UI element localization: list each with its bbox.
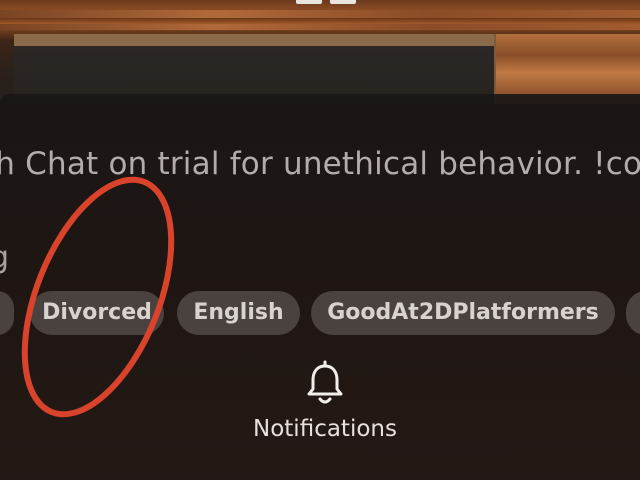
description-continued: g	[0, 240, 9, 275]
tag-chip-divorced[interactable]: Divorced	[30, 291, 164, 335]
notifications-label: Notifications	[253, 416, 397, 442]
tag-chip-goodat2dplatformers[interactable]: GoodAt2DPlatformers	[311, 291, 615, 335]
bell-icon	[307, 360, 343, 404]
drag-handle-icon[interactable]	[296, 0, 356, 6]
handle-bar	[330, 0, 356, 4]
wood-trim	[0, 10, 640, 18]
tag-chip[interactable]	[626, 291, 640, 335]
notifications-button[interactable]: Notifications	[240, 360, 410, 442]
bottom-bar	[0, 470, 640, 480]
handle-bar	[296, 0, 322, 4]
tag-chip-english[interactable]: English	[177, 291, 300, 335]
character-description: ch Chat on trial for unethical behavior.…	[0, 146, 640, 182]
wood-trim	[0, 24, 640, 30]
tag-chip[interactable]	[0, 291, 14, 335]
tag-list: Divorced English GoodAt2DPlatformers	[0, 291, 640, 335]
screen: ch Chat on trial for unethical behavior.…	[0, 0, 640, 480]
